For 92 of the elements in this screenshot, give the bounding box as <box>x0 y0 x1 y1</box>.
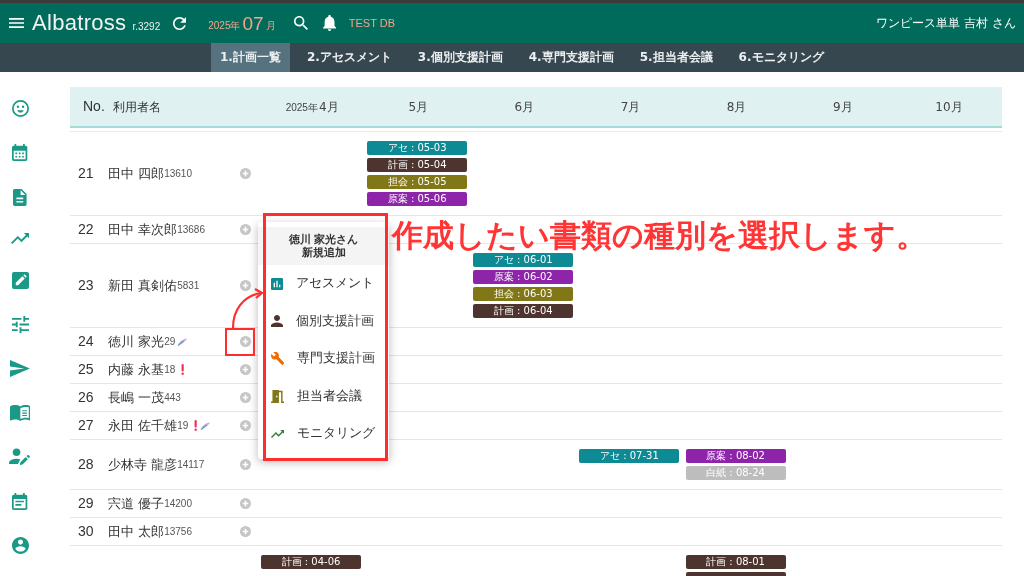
schedule-chip[interactable]: 計画 : 08-01 <box>685 555 786 569</box>
bar-chart-icon <box>271 277 283 290</box>
menu-title: 徳川 家光さん <box>288 233 359 246</box>
user-name: 田中 幸次郎 <box>108 220 178 239</box>
row-number: 25 <box>78 360 94 379</box>
schedule-chip[interactable]: 原案 : 08-02 <box>685 449 786 463</box>
user-id: 29 <box>164 336 176 347</box>
user-name: 宍道 優子 <box>108 494 165 513</box>
user-name: 少林寺 龍彦 <box>108 455 178 474</box>
menu-item[interactable]: アセスメント <box>258 265 389 303</box>
user-name: 内藤 永基 <box>108 360 165 379</box>
month-label: 9月 <box>832 98 853 116</box>
search-icon[interactable] <box>293 16 308 30</box>
year-label: 2025年 <box>208 19 241 33</box>
month-label: 5月 <box>408 98 429 116</box>
user-name: 徳川 家光 <box>108 332 165 351</box>
month-unit: 月 <box>265 19 276 33</box>
schedule-chip[interactable]: アセ : 06-01 <box>473 253 574 267</box>
menu-icon[interactable] <box>9 18 24 28</box>
row-number: 27 <box>78 416 94 435</box>
user-id: 19 <box>177 420 189 431</box>
user-id: 14117 <box>177 459 205 470</box>
column-header: No. <box>83 97 105 116</box>
row-number: 30 <box>78 522 94 541</box>
user-name: 長嶋 一茂 <box>108 388 165 407</box>
row-number: 21 <box>78 164 94 183</box>
month-label: 8月 <box>726 98 747 116</box>
user-name: 田中 四郎 <box>108 164 165 183</box>
column-header: 利用者名 <box>113 98 161 116</box>
database-label: TEST DB <box>348 15 395 31</box>
trend-line-icon <box>271 429 285 438</box>
nav-tab[interactable]: 3.個別支援計画 <box>408 43 512 72</box>
schedule-chip[interactable]: 計画 : 05-04 <box>367 158 468 172</box>
user-name: 田中 太郎 <box>108 522 165 541</box>
user-id: 14200 <box>164 498 192 511</box>
month-label: 6月 <box>514 98 535 116</box>
annotation-text: 作成したい書類の種別を選択します。 <box>392 219 927 252</box>
door-icon <box>271 389 284 403</box>
app-title: Albatross <box>32 12 127 34</box>
row-number: 22 <box>78 220 94 239</box>
user-label: ワンピース単単 吉村 さん <box>876 15 1016 32</box>
nav-tab[interactable]: 5.担当者会議 <box>630 43 722 72</box>
row-number: 23 <box>78 276 94 295</box>
schedule-chip[interactable]: 原案 : 05-06 <box>367 192 468 206</box>
send-icon[interactable] <box>10 360 30 378</box>
person-icon <box>271 315 283 328</box>
nav-tab[interactable]: 1.計画一覧 <box>211 43 290 72</box>
schedule-chip[interactable]: 原案 : 06-02 <box>473 270 574 284</box>
bell-icon[interactable] <box>322 15 336 31</box>
menu-subtitle: 新規追加 <box>301 246 346 259</box>
user-name: 新田 真剣佑 <box>108 276 178 295</box>
menu-item[interactable]: 個別支援計画 <box>258 302 389 340</box>
smiley-icon[interactable] <box>11 100 29 117</box>
schedule-chip[interactable]: 計画 : 04-06 <box>261 555 361 569</box>
pencil-square-icon[interactable] <box>11 271 29 289</box>
document-icon[interactable] <box>13 188 27 206</box>
trend-line-icon[interactable] <box>10 233 30 245</box>
month-value: 07 <box>242 13 264 33</box>
wrench-icon <box>271 352 285 366</box>
nav-tab[interactable]: 4.専門支援計画 <box>519 43 623 72</box>
menu-item[interactable]: 専門支援計画 <box>258 340 389 378</box>
version-label: r.3292 <box>132 20 161 34</box>
sliders-icon[interactable] <box>11 315 29 333</box>
user-id: 13756 <box>164 525 192 539</box>
book-icon[interactable] <box>9 404 31 421</box>
row-number: 28 <box>78 455 94 474</box>
schedule-chip[interactable]: アセ : 05-03 <box>367 141 468 155</box>
nav-tab[interactable]: 2.アセスメント <box>297 43 401 72</box>
schedule-chip[interactable]: 計画 : 06-04 <box>473 304 574 318</box>
month-label: 7月 <box>620 98 641 116</box>
user-id: 5831 <box>177 280 200 291</box>
user-id: 13610 <box>164 167 192 181</box>
user-id: 18 <box>164 363 176 377</box>
schedule-chip[interactable]: 担会 : 05-05 <box>367 175 468 189</box>
refresh-icon[interactable] <box>173 16 187 30</box>
calendar-note-icon[interactable] <box>12 492 28 510</box>
year-label: 2025年 <box>285 100 318 115</box>
month-label: 4月 <box>318 98 339 116</box>
nav-tab[interactable]: 6.モニタリング <box>729 43 833 72</box>
menu-item[interactable]: 担当者会議 <box>258 377 389 415</box>
menu-item[interactable]: モニタリング <box>258 415 389 453</box>
calendar-icon[interactable] <box>12 144 28 162</box>
schedule-chip[interactable]: アセ : 07-31 <box>579 449 680 463</box>
user-id: 13686 <box>177 223 205 237</box>
user-name: 永田 佐千雄 <box>108 416 178 435</box>
month-label: 10月 <box>935 98 963 116</box>
row-number: 24 <box>78 332 94 351</box>
row-number: 29 <box>78 494 94 513</box>
user-id: 443 <box>164 392 181 403</box>
row-number: 26 <box>78 388 94 407</box>
schedule-chip[interactable]: 担会 : 06-03 <box>473 287 574 301</box>
person-pencil-icon[interactable] <box>9 448 31 466</box>
